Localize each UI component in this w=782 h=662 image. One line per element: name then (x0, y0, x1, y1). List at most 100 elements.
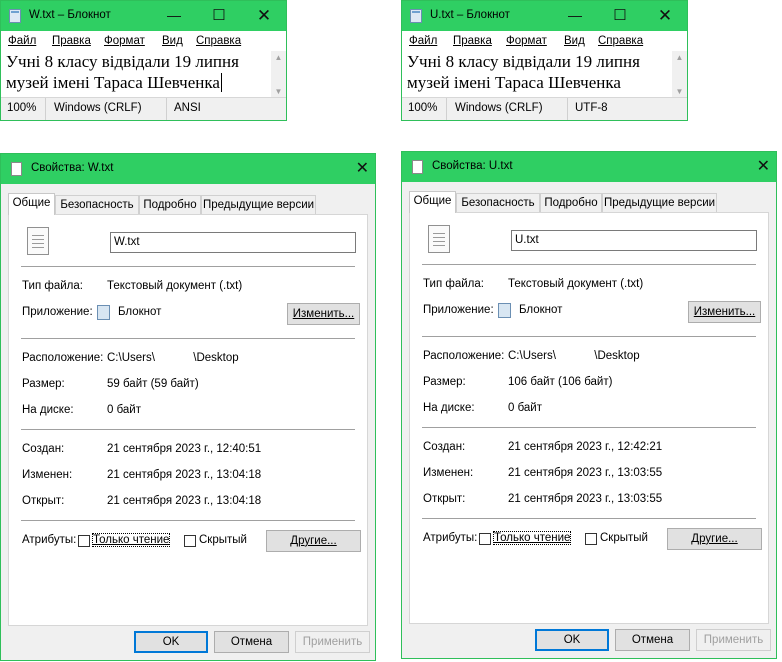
maximize-icon[interactable]: ☐ (597, 1, 643, 31)
readonly-checkbox[interactable] (479, 533, 491, 545)
cancel-button[interactable]: Отмена (214, 631, 289, 653)
tab-general[interactable]: Общие (8, 193, 55, 215)
scroll-down-icon[interactable]: ▼ (271, 87, 286, 96)
file-name-input[interactable]: U.txt (511, 230, 757, 251)
menu-view[interactable]: Вид (564, 35, 585, 47)
tab-security[interactable]: Безопасность (55, 195, 139, 214)
size-value: 59 байт (59 байт) (107, 378, 199, 390)
readonly-checkbox[interactable] (78, 535, 90, 547)
hidden-checkbox[interactable] (585, 533, 597, 545)
file-type-label: Тип файла: (22, 280, 83, 292)
tab-details[interactable]: Подробно (139, 195, 201, 214)
created-label: Создан: (22, 443, 65, 455)
tab-details[interactable]: Подробно (540, 193, 602, 212)
scroll-down-icon[interactable]: ▼ (672, 87, 687, 96)
hidden-label[interactable]: Скрытый (600, 532, 648, 544)
tab-general[interactable]: Общие (409, 191, 456, 213)
text-editor[interactable]: Учні 8 класу відвідали 19 липня музей ім… (402, 51, 671, 98)
size-label: Размер: (22, 378, 65, 390)
close-icon[interactable]: ✕ (241, 1, 287, 31)
title-bar[interactable]: Свойства: W.txt ✕ (1, 154, 375, 184)
text-line: Учні 8 класу відвідали 19 липня (6, 52, 239, 71)
status-line-endings: Windows (CRLF) (455, 102, 543, 114)
menu-edit[interactable]: Правка (453, 35, 492, 47)
menu-format[interactable]: Формат (104, 35, 145, 47)
app-label: Приложение: (22, 306, 93, 318)
apply-button[interactable]: Применить (295, 631, 370, 653)
text-file-icon (428, 225, 450, 253)
close-icon[interactable]: ✕ (757, 156, 770, 176)
menu-bar: Файл Правка Формат Вид Справка (402, 31, 687, 51)
status-zoom: 100% (408, 102, 438, 114)
scroll-up-icon[interactable]: ▲ (672, 53, 687, 62)
readonly-label[interactable]: Только чтение (492, 531, 572, 545)
menu-file[interactable]: Файл (8, 35, 36, 47)
opened-value: 21 сентября 2023 г., 13:03:55 (508, 493, 663, 505)
size-value: 106 байт (106 байт) (508, 376, 613, 388)
location-value: C:\Users\ \Desktop (508, 350, 640, 362)
vertical-scrollbar[interactable]: ▲ ▼ (271, 51, 286, 98)
title-bar[interactable]: W.txt – Блокнот — ☐ ✕ (1, 1, 286, 31)
close-icon[interactable]: ✕ (642, 1, 688, 31)
file-type-value: Текстовый документ (.txt) (107, 280, 243, 292)
dialog-title: Свойства: W.txt (31, 162, 114, 174)
window-title: U.txt – Блокнот (430, 9, 510, 21)
divider (422, 427, 756, 428)
text-line: музей імені Тараса Шевченка (6, 73, 222, 92)
close-icon[interactable]: ✕ (356, 158, 369, 178)
text-line: музей імені Тараса Шевченка (407, 73, 621, 92)
properties-dialog-w: Свойства: W.txt ✕ Общие Безопасность Под… (0, 153, 376, 661)
readonly-label[interactable]: Только чтение (91, 533, 171, 547)
ok-button[interactable]: OK (535, 629, 609, 651)
cancel-button[interactable]: Отмена (615, 629, 690, 651)
general-panel: U.txt Тип файла: Текстовый документ (.tx… (409, 212, 769, 624)
size-label: Размер: (423, 376, 466, 388)
change-button-label: Изменить... (292, 308, 355, 320)
hidden-checkbox[interactable] (184, 535, 196, 547)
created-label: Создан: (423, 441, 466, 453)
tab-bar: Общие Безопасность Подробно Предыдущие в… (8, 193, 368, 215)
status-zoom: 100% (7, 102, 37, 114)
text-file-icon (27, 227, 49, 255)
opened-label: Открыт: (22, 495, 65, 507)
ok-button[interactable]: OK (134, 631, 208, 653)
app-value: Блокнот (519, 304, 563, 316)
file-name-input[interactable]: W.txt (110, 232, 356, 253)
change-button-label: Изменить... (693, 306, 756, 318)
tab-security[interactable]: Безопасность (456, 193, 540, 212)
hidden-label[interactable]: Скрытый (199, 534, 247, 546)
window-title: W.txt – Блокнот (29, 9, 111, 21)
menu-format[interactable]: Формат (506, 35, 547, 47)
modified-label: Изменен: (423, 467, 474, 479)
other-attributes-button[interactable]: Другие... (266, 530, 361, 552)
other-button-label: Другие... (691, 533, 738, 545)
file-icon (11, 162, 22, 176)
menu-view[interactable]: Вид (162, 35, 183, 47)
attributes-label: Атрибуты: (22, 534, 77, 546)
minimize-icon[interactable]: — (552, 1, 598, 31)
change-button[interactable]: Изменить... (287, 303, 360, 325)
opened-label: Открыт: (423, 493, 466, 505)
scroll-up-icon[interactable]: ▲ (271, 53, 286, 62)
tab-previous-versions[interactable]: Предыдущие версии (201, 195, 316, 214)
text-editor[interactable]: Учні 8 класу відвідали 19 липня музей ім… (1, 51, 270, 98)
menu-help[interactable]: Справка (196, 35, 241, 47)
tab-previous-versions[interactable]: Предыдущие версии (602, 193, 717, 212)
vertical-scrollbar[interactable]: ▲ ▼ (672, 51, 687, 98)
title-bar[interactable]: U.txt – Блокнот — ☐ ✕ (402, 1, 687, 31)
apply-button[interactable]: Применить (696, 629, 771, 651)
menu-file[interactable]: Файл (409, 35, 437, 47)
divider (422, 264, 756, 265)
properties-dialog-u: Свойства: U.txt ✕ Общие Безопасность Под… (401, 151, 777, 659)
other-attributes-button[interactable]: Другие... (667, 528, 762, 550)
change-button[interactable]: Изменить... (688, 301, 761, 323)
file-type-value: Текстовый документ (.txt) (508, 278, 644, 290)
notepad-icon (97, 305, 110, 320)
title-bar[interactable]: Свойства: U.txt ✕ (402, 152, 776, 182)
menu-help[interactable]: Справка (598, 35, 643, 47)
minimize-icon[interactable]: — (151, 1, 197, 31)
maximize-icon[interactable]: ☐ (196, 1, 242, 31)
tab-bar: Общие Безопасность Подробно Предыдущие в… (409, 191, 769, 213)
status-divider (166, 98, 167, 120)
menu-edit[interactable]: Правка (52, 35, 91, 47)
